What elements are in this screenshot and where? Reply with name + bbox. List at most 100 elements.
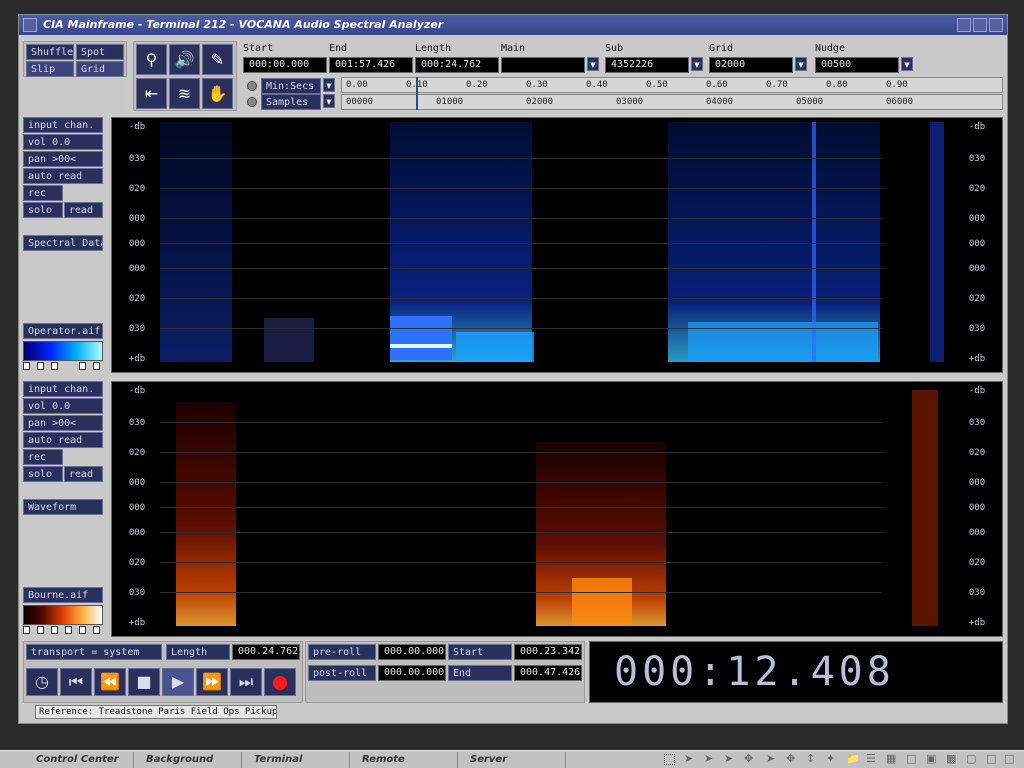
grid-dropdown-icon[interactable]: ▼ — [795, 57, 807, 71]
color-stop-icon[interactable] — [65, 626, 72, 634]
track1-automation[interactable]: auto read — [23, 168, 103, 184]
samples-ruler[interactable]: 00000 01000 02000 03000 04000 05000 0600… — [341, 94, 1003, 110]
window-menu-icon[interactable] — [23, 18, 37, 32]
track1-volume[interactable]: vol 0.0 — [23, 134, 103, 150]
color-stop-icon[interactable] — [79, 362, 86, 370]
preroll-label[interactable]: pre-roll — [308, 644, 376, 660]
window-icon[interactable]: ▢ — [966, 752, 976, 765]
speaker-icon[interactable]: 🔊 — [169, 44, 200, 75]
grid-icon[interactable]: ▦ — [886, 752, 896, 765]
postroll-label[interactable]: post-roll — [308, 665, 376, 681]
color-stop-icon[interactable] — [93, 362, 100, 370]
crosshair-icon[interactable]: ✥ — [744, 752, 753, 765]
color-stop-icon[interactable] — [37, 626, 44, 634]
track2-solo-button[interactable]: solo — [23, 466, 63, 482]
track1-input-button[interactable]: input chan. — [23, 117, 103, 133]
stop-icon[interactable]: ■ — [128, 668, 160, 696]
record-icon[interactable] — [264, 668, 296, 696]
track1-read-button[interactable]: read — [64, 202, 103, 218]
main-dropdown-icon[interactable]: ▼ — [587, 57, 599, 71]
list-icon[interactable]: ☰ — [866, 752, 876, 765]
start-field[interactable]: 000:00.000 — [243, 57, 327, 73]
color-stop-icon[interactable] — [93, 626, 100, 634]
grid-button[interactable]: Grid — [76, 61, 124, 77]
taskbar-item[interactable]: Control Center — [26, 752, 134, 768]
minsecs-dropdown-icon[interactable]: ▼ — [323, 78, 335, 92]
length-field[interactable]: 000:24.762 — [415, 57, 499, 73]
nudge-dropdown-icon[interactable]: ▼ — [901, 57, 913, 71]
pointer-icon[interactable]: ➤ — [766, 752, 775, 765]
track1-pan[interactable]: pan >00< — [23, 151, 103, 167]
grid-field[interactable]: 02000 — [709, 57, 793, 73]
fast-forward-icon[interactable]: ⏩ — [196, 668, 228, 696]
taskbar-item[interactable]: Terminal — [244, 752, 350, 768]
play-icon[interactable]: ▶ — [162, 668, 194, 696]
track2-automation[interactable]: auto read — [23, 432, 103, 448]
sub-field[interactable]: 4352226 — [605, 57, 689, 73]
pointer-icon[interactable]: ➤ — [724, 752, 733, 765]
main-field[interactable] — [501, 57, 585, 73]
minsecs-button[interactable]: Min:Secs — [261, 78, 321, 94]
playhead-marker[interactable] — [416, 77, 418, 110]
zoom-icon[interactable]: ⚲ — [136, 44, 167, 75]
track2-pan[interactable]: pan >00< — [23, 415, 103, 431]
slip-button[interactable]: Slip — [26, 61, 74, 77]
color-stop-icon[interactable] — [37, 362, 44, 370]
hand-icon[interactable]: ✋ — [202, 78, 233, 109]
go-to-start-icon[interactable]: ⏮ — [60, 668, 92, 696]
pointer-icon[interactable]: ➤ — [684, 752, 693, 765]
window-icon[interactable]: □ — [986, 752, 996, 765]
sparkle-icon[interactable]: ✦ — [826, 752, 835, 765]
folder-icon[interactable]: 📁 — [846, 752, 860, 765]
spectral-display[interactable]: -db 030 020 000 000 000 020 030 +db -db … — [111, 117, 1003, 373]
track1-solo-button[interactable]: solo — [23, 202, 63, 218]
pencil-icon[interactable]: ✎ — [202, 44, 233, 75]
color-stop-icon[interactable] — [51, 362, 58, 370]
select-tool-icon[interactable] — [664, 754, 675, 765]
track2-view-button[interactable]: Waveform — [23, 499, 103, 515]
samples-radio[interactable] — [247, 97, 257, 107]
pointer-icon[interactable]: ➤ — [704, 752, 713, 765]
track2-volume[interactable]: vol 0.0 — [23, 398, 103, 414]
scrub-icon[interactable]: ≋ — [169, 78, 200, 109]
maximize-icon[interactable] — [973, 18, 987, 32]
taskbar-item[interactable]: Background — [136, 752, 242, 768]
track2-file-label[interactable]: Bourne.aif — [23, 587, 103, 603]
samples-button[interactable]: Samples — [261, 94, 321, 110]
track1-file-label[interactable]: Operator.aif — [23, 323, 103, 339]
track2-read-button[interactable]: read — [64, 466, 103, 482]
window-icon[interactable]: □ — [906, 752, 916, 765]
transport-mode[interactable]: transport = system — [26, 644, 162, 660]
color-stop-icon[interactable] — [23, 626, 30, 634]
track2-rec-button[interactable]: rec — [23, 449, 63, 465]
nudge-field[interactable]: 00500 — [815, 57, 899, 73]
samples-dropdown-icon[interactable]: ▼ — [323, 94, 335, 108]
track1-view-button[interactable]: Spectral Data — [23, 235, 103, 251]
taskbar-item[interactable]: Server — [460, 752, 566, 768]
color-stop-icon[interactable] — [23, 362, 30, 370]
close-icon[interactable] — [989, 18, 1003, 32]
taskbar-item[interactable]: Remote — [352, 752, 458, 768]
resize-icon[interactable]: ↕ — [806, 752, 815, 765]
go-to-end-icon[interactable]: ⏭ — [230, 668, 262, 696]
track1-rec-button[interactable]: rec — [23, 185, 63, 201]
transport-end-field[interactable]: 000.47.426 — [514, 665, 582, 681]
track2-input-button[interactable]: input chan. — [23, 381, 103, 397]
preroll-field[interactable]: 000.00.000 — [378, 644, 446, 660]
colormap-markers[interactable] — [23, 626, 103, 635]
color-stop-icon[interactable] — [51, 626, 58, 634]
waveform-display[interactable]: -db 030 020 000 000 000 020 030 +db -db … — [111, 381, 1003, 637]
minsecs-radio[interactable] — [247, 81, 257, 91]
minimize-icon[interactable] — [957, 18, 971, 32]
window-icon[interactable]: ▩ — [946, 752, 956, 765]
clock-icon[interactable]: ◷ — [26, 668, 58, 696]
postroll-field[interactable]: 000.00.000 — [378, 665, 446, 681]
end-field[interactable]: 001:57.426 — [329, 57, 413, 73]
trim-icon[interactable]: ⇤ — [136, 78, 167, 109]
colormap-markers[interactable] — [23, 362, 103, 371]
minsecs-ruler[interactable]: 0.00 0.10 0.20 0.30 0.40 0.50 0.60 0.70 … — [341, 77, 1003, 93]
spot-button[interactable]: Spot — [76, 44, 124, 60]
transport-length-field[interactable]: 000.24.762 — [232, 644, 300, 660]
transport-start-field[interactable]: 000.23.342 — [514, 644, 582, 660]
move-icon[interactable]: ✥ — [786, 752, 795, 765]
